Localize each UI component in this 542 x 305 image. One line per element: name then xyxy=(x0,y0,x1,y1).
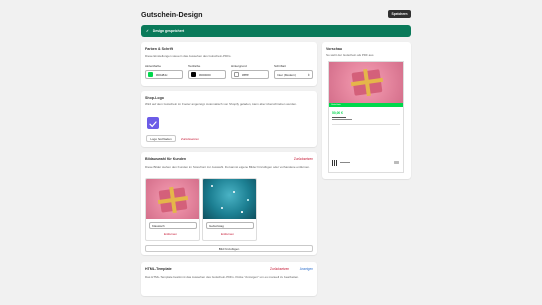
text-color-value: #000000 xyxy=(199,72,211,77)
background-color-value: #ffffff xyxy=(242,72,249,77)
chevron-updown-icon: ⇕ xyxy=(307,72,310,77)
preview-card: Vorschau So sieht der Gutschein als PDF … xyxy=(322,42,411,179)
image-name-field[interactable]: Geburtstag xyxy=(206,222,254,229)
html-card-description: Das HTML-Template bestimmt das Aussehen … xyxy=(145,275,300,279)
banner-text: Design gespeichert xyxy=(152,29,185,33)
font-value: Inter (Modern) xyxy=(277,72,297,77)
accent-swatch[interactable] xyxy=(148,72,153,77)
images-card-title: Bildauswahl für Kunden xyxy=(145,157,187,161)
text-color-field[interactable]: #000000 xyxy=(188,70,226,79)
accent-color-value: #00d84c xyxy=(156,72,168,77)
html-reset-link[interactable]: Zurücksetzen xyxy=(270,267,289,271)
add-image-button[interactable]: Bild hinzufügen xyxy=(145,245,313,252)
colors-card: Farben & Schrift Diese Einstellungen ste… xyxy=(141,42,317,86)
text-swatch[interactable] xyxy=(191,72,196,77)
accent-color-label: Akzentfarbe xyxy=(145,64,162,68)
logo-card: Shop-Logo Wird auf dem Gutschein im Foot… xyxy=(141,91,317,147)
checkmark-icon: ✓ xyxy=(146,29,149,33)
gift-image xyxy=(146,179,199,219)
preview-title: Vorschau xyxy=(326,47,343,51)
confetti-image xyxy=(203,179,256,219)
reset-logo-link[interactable]: Zurücksetzen xyxy=(181,137,199,141)
colors-card-title: Farben & Schrift xyxy=(145,47,173,51)
success-banner: ✓ Design gespeichert xyxy=(141,25,411,37)
image-option-card: Geburtstag Entfernen xyxy=(202,178,257,241)
logo-thumbnail xyxy=(147,117,159,129)
colors-card-description: Diese Einstellungen steuern das Aussehen… xyxy=(145,54,232,58)
html-template-card: HTML-Template Zurücksetzen Anzeigen Das … xyxy=(141,262,317,296)
remove-image-button[interactable]: Entfernen xyxy=(164,232,177,236)
qr-code-icon xyxy=(332,160,338,166)
logo-check-icon xyxy=(149,121,157,128)
preview-footer-logo xyxy=(394,161,399,164)
remove-image-button[interactable]: Entfernen xyxy=(221,232,234,236)
images-card-description: Diese Bilder stehen den Kunden im Storef… xyxy=(145,165,310,169)
image-name-field[interactable]: Klassisch xyxy=(149,222,197,229)
preview-footer-text xyxy=(340,162,350,163)
upload-logo-button[interactable]: Logo hochladen xyxy=(146,135,176,142)
preview-description: So sieht der Gutschein als PDF aus xyxy=(326,53,374,57)
page-title: Gutschein-Design xyxy=(141,10,203,19)
preview-image xyxy=(329,62,403,103)
html-card-title: HTML-Template xyxy=(145,267,172,271)
background-color-label: Hintergrund xyxy=(231,64,247,68)
preview-amount: 50,00 € xyxy=(332,111,343,115)
preview-divider xyxy=(332,124,400,125)
html-show-link[interactable]: Anzeigen xyxy=(300,267,313,271)
preview-accent-bar: Gutschein xyxy=(329,103,403,107)
logo-card-title: Shop-Logo xyxy=(145,96,164,100)
logo-card-description: Wird auf dem Gutschein im Footer angezei… xyxy=(145,102,297,106)
background-swatch[interactable] xyxy=(234,72,239,77)
preview-text-lines xyxy=(332,117,352,120)
images-card: Bildauswahl für Kunden Zurücksetzen Dies… xyxy=(141,152,317,255)
save-button[interactable]: Speichern xyxy=(388,10,411,18)
font-select[interactable]: Inter (Modern) ⇕ xyxy=(274,70,313,79)
image-option-card: Klassisch Entfernen xyxy=(145,178,200,241)
background-color-field[interactable]: #ffffff xyxy=(231,70,269,79)
voucher-preview: Gutschein 50,00 € xyxy=(328,61,404,173)
text-color-label: Textfarbe xyxy=(188,64,201,68)
images-reset-link[interactable]: Zurücksetzen xyxy=(294,157,313,161)
accent-color-field[interactable]: #00d84c xyxy=(145,70,183,79)
font-label: Schriftart xyxy=(274,64,287,68)
